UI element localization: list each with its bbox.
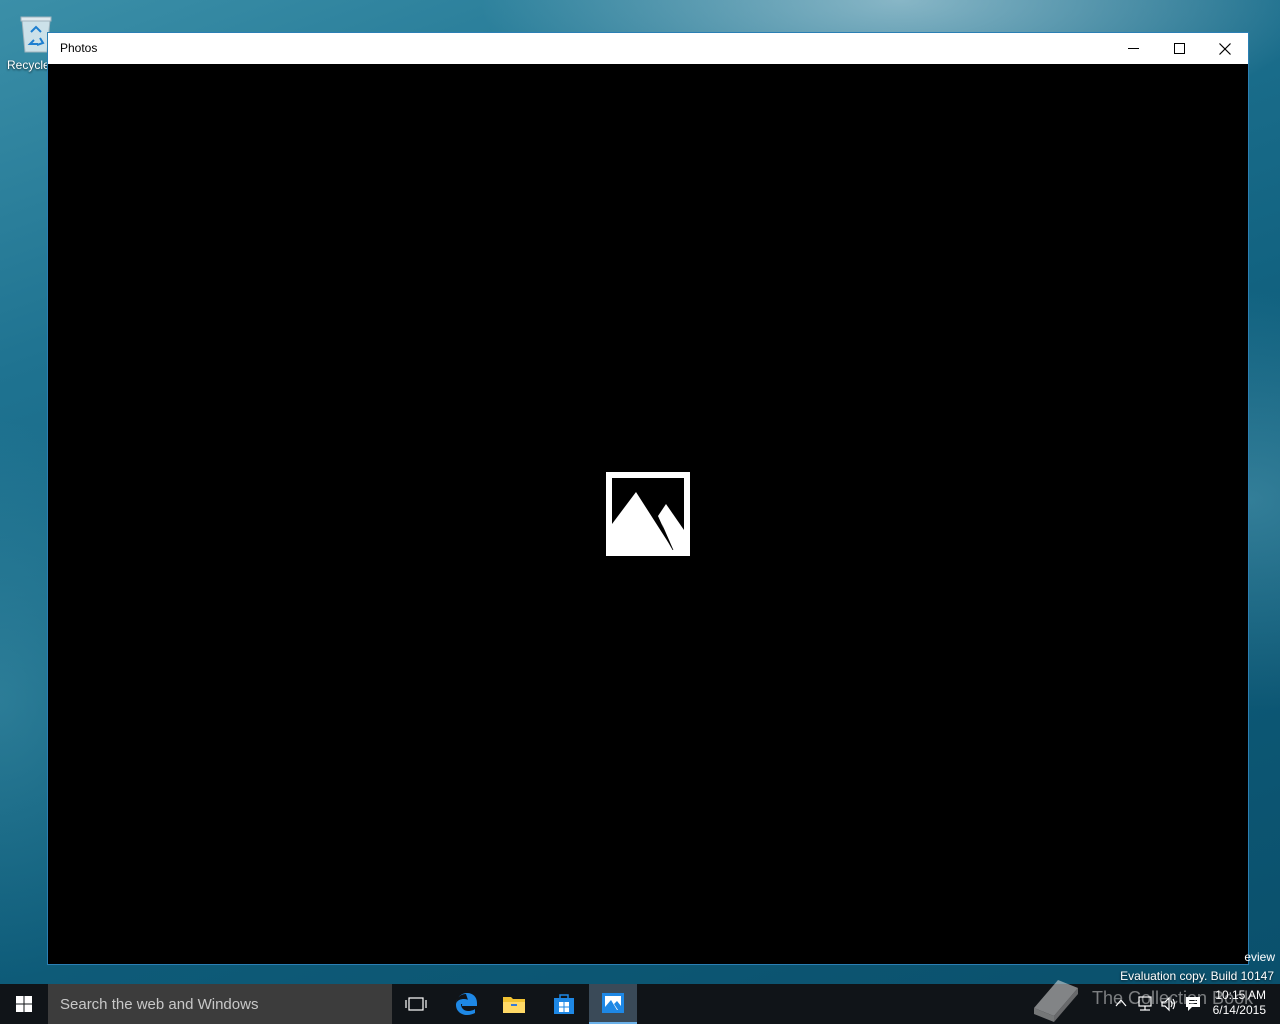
photo-placeholder-icon [606,472,690,556]
photo-viewer-area[interactable] [48,64,1248,964]
photos-window: Photos [47,32,1249,965]
windows-logo-icon [16,996,32,1012]
file-explorer-button[interactable] [490,984,538,1024]
photos-taskbar-button[interactable] [589,984,637,1024]
recycle-bin-label: Recycle [7,58,50,72]
store-button[interactable] [540,984,588,1024]
edge-button[interactable] [442,984,490,1024]
search-input[interactable]: Search the web and Windows [48,984,392,1024]
store-icon [554,994,574,1014]
close-button[interactable] [1202,33,1248,64]
maximize-button[interactable] [1156,33,1202,64]
photos-app-icon [602,993,624,1013]
search-placeholder: Search the web and Windows [60,996,259,1013]
book-logo-icon [1034,980,1078,1022]
brand-watermark: The Collection Book [1092,988,1254,1008]
close-icon [1219,42,1231,55]
minimize-button[interactable] [1110,33,1156,64]
task-view-button[interactable] [392,984,440,1024]
preview-watermark: eview [1244,950,1275,964]
minimize-icon [1127,48,1139,49]
title-bar[interactable]: Photos [48,33,1248,64]
task-view-icon [405,997,427,1011]
folder-icon [503,997,525,1013]
edge-browser-icon [456,993,477,1015]
taskbar: Search the web and Windows 10:15 AM 6/14… [0,984,1280,1024]
start-button[interactable] [0,984,48,1024]
evaluation-watermark: Evaluation copy. Build 10147 [1120,969,1274,983]
maximize-icon [1173,43,1185,54]
window-title: Photos [60,41,98,55]
